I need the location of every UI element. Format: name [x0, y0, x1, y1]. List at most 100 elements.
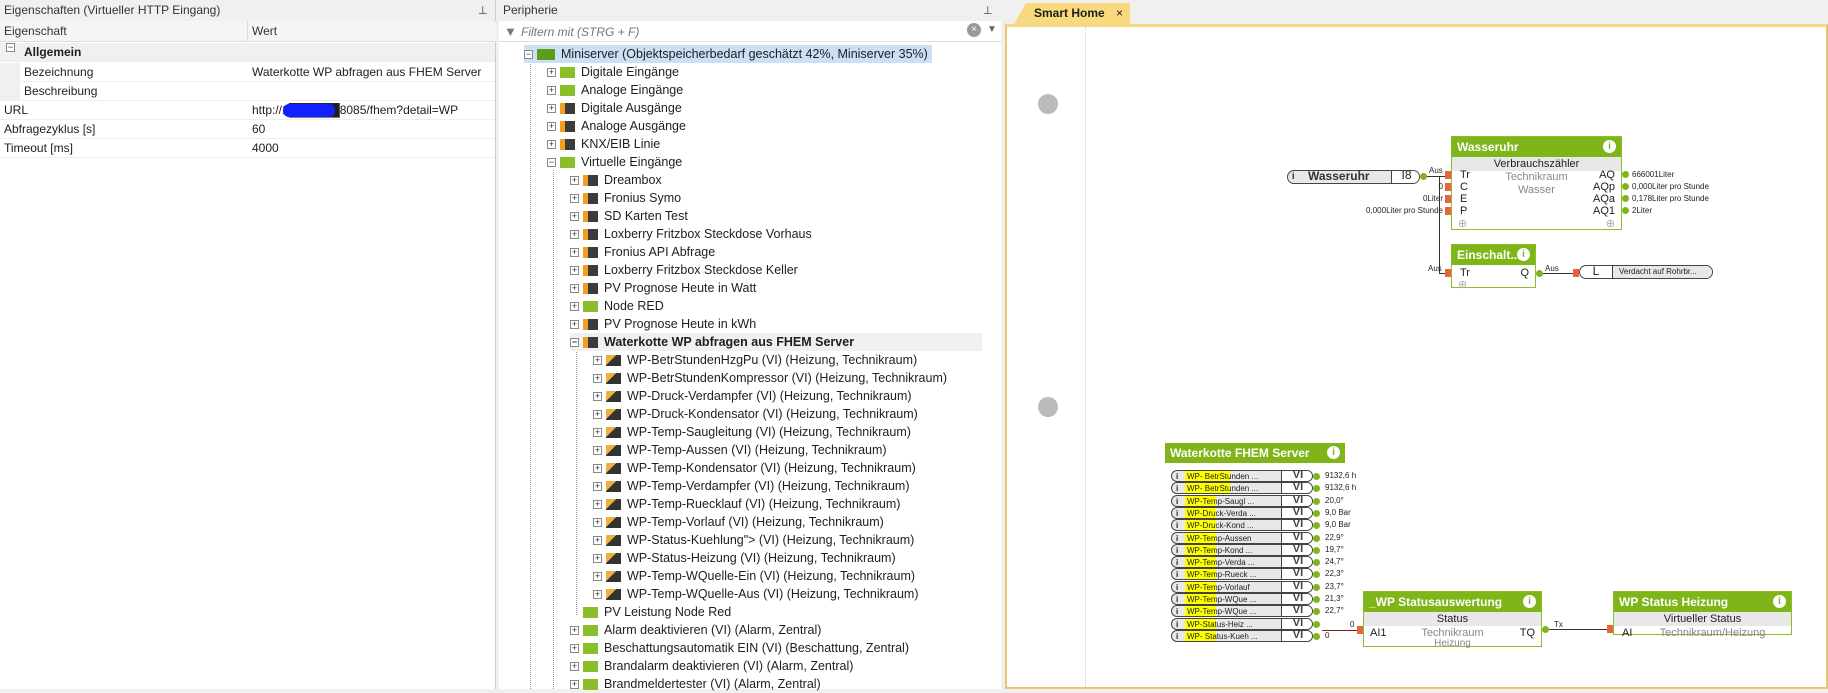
tree-item[interactable]: + Digitale Eingänge [547, 63, 679, 81]
info-icon[interactable]: i [1176, 483, 1178, 493]
expand-icon[interactable]: + [593, 446, 602, 456]
virtual-input-row[interactable]: i WP-Temp-Aussen VI [1171, 531, 1313, 544]
group-allgemein[interactable]: − Allgemein [0, 43, 495, 62]
clear-filter-icon[interactable]: × [967, 23, 981, 37]
tree-item[interactable]: + WP-BetrStundenKompressor (VI) (Heizung,… [593, 369, 947, 387]
tree-item[interactable]: + PV Prognose Heute in Watt [570, 279, 756, 297]
collapse-icon[interactable]: − [570, 338, 579, 348]
expand-icon[interactable]: + [593, 554, 602, 564]
tree-item[interactable]: + Loxberry Fritzbox Steckdose Keller [570, 261, 798, 279]
tree-item[interactable]: + WP-Status-Kuehlung"> (VI) (Heizung, Tec… [593, 531, 914, 549]
virtual-input-row[interactable]: i WP-Temp-Vorlauf VI [1171, 580, 1313, 593]
info-icon[interactable]: i [1176, 594, 1178, 604]
property-value[interactable]: 60 [252, 120, 265, 139]
tree-item[interactable]: + Digitale Ausgänge [547, 99, 682, 117]
expand-icon[interactable]: + [593, 482, 602, 492]
wasseruhr-counter-block[interactable]: Wasseruhr i Verbrauchszähler Technikraum W… [1366, 136, 1709, 230]
tree-item[interactable]: + Node RED [570, 297, 664, 315]
expand-icon[interactable]: + [593, 518, 602, 528]
property-value[interactable]: Waterkotte WP abfragen aus FHEM Server [252, 63, 481, 82]
expand-icon[interactable]: + [547, 104, 556, 114]
info-icon[interactable]: i [1176, 557, 1178, 567]
tree-item[interactable]: + WP-Temp-Verdampfer (VI) (Heizung, Techn… [593, 477, 910, 495]
expand-icon[interactable]: + [570, 680, 579, 690]
info-icon[interactable]: i [1176, 508, 1178, 518]
tree-item[interactable]: + WP-Temp-Kondensator (VI) (Heizung, Tech… [593, 459, 916, 477]
info-icon[interactable]: i [1176, 496, 1178, 506]
expand-icon[interactable]: + [593, 392, 602, 402]
statusauswertung-block[interactable]: _WP Statusauswertung i Status AI1 Technik… [1363, 591, 1542, 649]
property-row[interactable]: Timeout [ms] 4000 [0, 139, 495, 158]
info-icon[interactable]: i [1327, 446, 1340, 459]
expand-icon[interactable]: + [570, 302, 579, 312]
pin-icon[interactable]: ⊥ [983, 4, 993, 17]
virtual-input-row[interactable]: i WP-Temp-WQue ... VI [1171, 605, 1313, 618]
expand-icon[interactable]: + [547, 86, 556, 96]
add-input-icon[interactable]: ⊕ [1458, 278, 1467, 291]
expand-icon[interactable]: + [593, 356, 602, 366]
info-icon[interactable]: i [1773, 595, 1786, 608]
tree-item[interactable]: + Fronius API Abfrage [570, 243, 715, 261]
column-header-property[interactable]: Eigenschaft [0, 21, 248, 42]
tree-item[interactable]: + Brandmeldertester (VI) (Alarm, Zentral) [570, 675, 821, 693]
wp-status-heizung-block[interactable]: WP Status Heizung i Virtueller Status AI … [1613, 591, 1792, 639]
property-row[interactable]: Abfragezyklus [s] 60 [0, 120, 495, 139]
virtual-input-row[interactable]: i WP-Temp-Rueck ... VI [1171, 568, 1313, 581]
page-marker-dot[interactable] [1038, 397, 1058, 417]
expand-icon[interactable]: + [547, 140, 556, 150]
tree-item[interactable]: + WP-Temp-Saugleitung (VI) (Heizung, Tech… [593, 423, 911, 441]
property-row[interactable]: Bezeichnung Waterkotte WP abfragen aus FH… [0, 63, 495, 82]
tree-item[interactable]: + WP-Temp-WQuelle-Aus (VI) (Heizung, Tech… [593, 585, 919, 603]
filter-input-box[interactable]: ▼ × ▼ [499, 21, 1001, 42]
tree-item[interactable]: − Waterkotte WP abfragen aus FHEM Server [570, 333, 982, 351]
filter-input[interactable] [521, 23, 961, 40]
tree-item[interactable]: + WP-Temp-WQuelle-Ein (VI) (Heizung, Tech… [593, 567, 915, 585]
tree-item[interactable]: + Analoge Ausgänge [547, 117, 686, 135]
property-row[interactable]: Beschreibung [0, 82, 495, 101]
collapse-icon[interactable]: − [547, 158, 556, 168]
expand-icon[interactable]: + [593, 374, 602, 384]
expand-icon[interactable]: + [593, 536, 602, 546]
tree-item[interactable]: + WP-BetrStundenHzgPu (VI) (Heizung, Tech… [593, 351, 917, 369]
program-canvas[interactable] [1005, 24, 1828, 689]
info-icon[interactable]: i [1176, 471, 1178, 481]
info-icon[interactable]: i [1292, 171, 1295, 182]
virtual-input-row[interactable]: i WP-Druck-Kond ... VI [1171, 519, 1313, 532]
tree-item[interactable]: + Fronius Symo [570, 189, 681, 207]
virtual-input-row[interactable]: i WP-Temp-Kond ... VI [1171, 543, 1313, 556]
info-icon[interactable]: i [1176, 533, 1178, 543]
dropdown-icon[interactable]: ▼ [987, 24, 997, 35]
expand-icon[interactable]: + [547, 68, 556, 78]
expand-icon[interactable]: + [570, 230, 579, 240]
info-icon[interactable]: i [1517, 248, 1530, 261]
expand-icon[interactable]: + [570, 644, 579, 654]
tree-item[interactable]: + WP-Druck-Kondensator (VI) (Heizung, Tec… [593, 405, 918, 423]
expand-icon[interactable]: + [570, 248, 579, 258]
tree-item[interactable]: + WP-Temp-Aussen (VI) (Heizung, Technikra… [593, 441, 887, 459]
expand-icon[interactable]: + [570, 320, 579, 330]
tree-item[interactable]: + Beschattungsautomatik EIN (VI) (Beschat… [570, 639, 909, 657]
info-icon[interactable]: i [1176, 619, 1178, 629]
virtual-input-row[interactable]: i WP-Temp-Saugl ... VI [1171, 494, 1313, 507]
page-marker-dot[interactable] [1038, 94, 1058, 114]
info-icon[interactable]: i [1176, 606, 1178, 616]
virtual-input-row[interactable]: i WP- BetrStunden ... VI [1171, 470, 1313, 482]
tree-item[interactable]: + WP-Druck-Verdampfer (VI) (Heizung, Tech… [593, 387, 912, 405]
fhem-server-block[interactable]: Waterkotte FHEM Server i [1165, 443, 1345, 463]
expand-icon[interactable]: + [570, 212, 579, 222]
expand-icon[interactable]: + [570, 284, 579, 294]
expand-icon[interactable]: + [593, 410, 602, 420]
tree-item[interactable]: + PV Prognose Heute in kWh [570, 315, 756, 333]
virtual-input-row[interactable]: i WP-Temp-Verda ... VI [1171, 556, 1313, 569]
tree-item[interactable]: + WP-Temp-Vorlauf (VI) (Heizung, Technikr… [593, 513, 884, 531]
tree-item[interactable]: + Loxberry Fritzbox Steckdose Vorhaus [570, 225, 812, 243]
expand-icon[interactable]: + [547, 122, 556, 132]
virtual-input-row[interactable]: i WP- BetrStunden ... VI [1171, 482, 1313, 495]
tab-close-icon[interactable]: × [1116, 6, 1123, 20]
tree-item[interactable]: + Dreambox [570, 171, 662, 189]
tab-smart-home[interactable]: Smart Home × [1014, 3, 1130, 24]
expand-icon[interactable]: + [593, 590, 602, 600]
expand-icon[interactable]: + [593, 464, 602, 474]
expand-icon[interactable]: + [570, 662, 579, 672]
add-output-icon[interactable]: ⊕ [1606, 217, 1615, 230]
